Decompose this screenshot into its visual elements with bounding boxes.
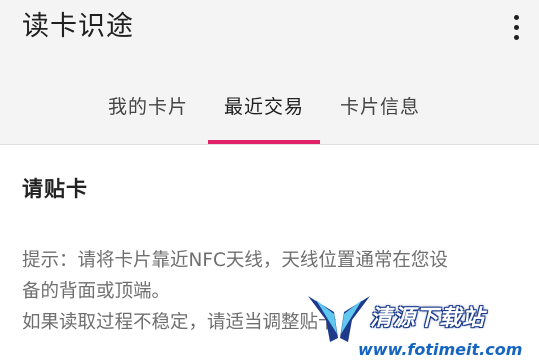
tab-my-cards[interactable]: 我的卡片 — [90, 90, 206, 144]
app-title: 读卡识途 — [22, 11, 134, 42]
watermark-text: 清源下载站 — [370, 306, 486, 331]
app-bar: 读卡识途 我的卡片 最近交易 卡片信息 — [0, 0, 539, 144]
tab-card-info[interactable]: 卡片信息 — [322, 90, 438, 144]
tab-label: 最近交易 — [224, 96, 305, 118]
more-options-button[interactable] — [503, 10, 529, 44]
tab-recent-transactions[interactable]: 最近交易 — [206, 90, 322, 144]
hint-line: 提示：请将卡片靠近NFC天线，天线位置通常在您设 — [22, 250, 448, 271]
card-status-title: 请贴卡 — [22, 177, 88, 201]
tab-label: 卡片信息 — [340, 96, 421, 118]
watermark: 清源下载站 www.fotimeit.com — [300, 288, 539, 362]
more-vert-icon — [513, 14, 519, 40]
tab-label: 我的卡片 — [108, 96, 189, 118]
tab-bar: 我的卡片 最近交易 卡片信息 — [90, 90, 438, 144]
watermark-url: www.fotimeit.com — [358, 340, 523, 359]
